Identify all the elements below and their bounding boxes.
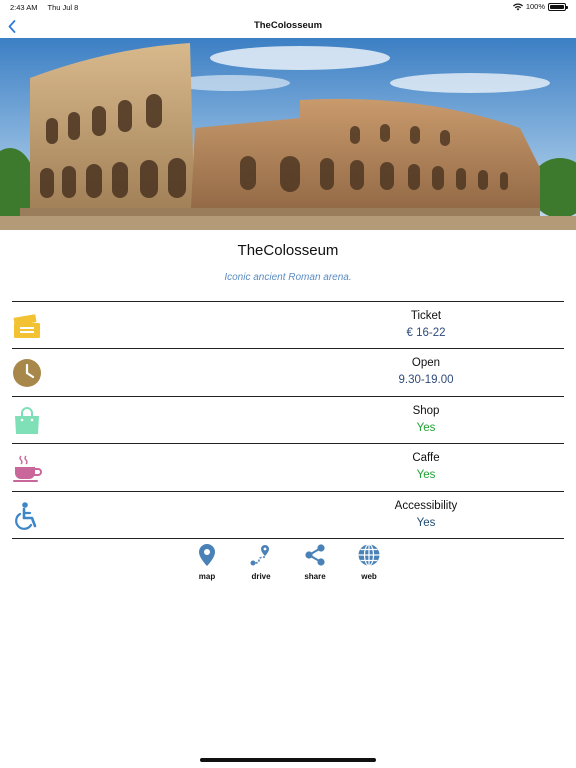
colosseum-photo: [0, 38, 576, 230]
navigation-bar: TheColosseum: [0, 14, 576, 38]
ticket-value: € 16-22: [406, 327, 446, 339]
info-row-accessibility: Accessibility Yes: [12, 492, 564, 539]
info-row-open: Open 9.30-19.00: [12, 349, 564, 397]
place-subtitle: Iconic ancient Roman arena.: [224, 272, 352, 283]
map-label: map: [198, 572, 216, 581]
info-row-ticket: Ticket € 16-22: [12, 302, 564, 350]
status-time: 2:43 AM: [10, 3, 38, 12]
wifi-icon: [512, 2, 523, 10]
globe-icon: [358, 543, 380, 567]
info-row-shop: Shop Yes: [12, 397, 564, 445]
web-label: web: [361, 572, 377, 581]
caffe-label: Caffe: [412, 452, 440, 465]
battery-percent: 100%: [525, 2, 545, 11]
map-pin-icon: [199, 544, 215, 566]
drive-label: drive: [251, 572, 271, 581]
place-title: TheColosseum: [237, 242, 339, 259]
drive-button[interactable]: drive: [241, 543, 281, 581]
hero-image: [0, 38, 576, 230]
open-label: Open: [411, 357, 441, 370]
route-icon: [250, 545, 269, 566]
info-row-caffe: Caffe Yes: [12, 444, 564, 492]
shop-label: Shop: [412, 404, 440, 417]
accessibility-value: Yes: [416, 516, 436, 529]
shop-value: Yes: [416, 421, 436, 434]
status-bar: 2:43 AM Thu Jul 8 100%: [0, 0, 576, 14]
screen: 2:43 AM Thu Jul 8 100% TheColosseum TheC…: [0, 0, 576, 768]
caffe-value: Yes: [416, 469, 436, 482]
share-label: share: [304, 572, 326, 581]
accessibility-label: Accessibility: [394, 499, 458, 512]
share-icon: [305, 544, 325, 566]
info-list: Ticket € 16-22 Open 9.30-19.00 Shop Yes …: [12, 301, 564, 539]
open-value: 9.30-19.00: [398, 374, 454, 387]
home-indicator[interactable]: [200, 758, 376, 762]
status-date: Thu Jul 8: [47, 3, 79, 12]
share-button[interactable]: share: [295, 543, 335, 581]
map-button[interactable]: map: [187, 543, 227, 581]
status-left: 2:43 AM Thu Jul 8: [10, 3, 86, 12]
battery-icon: [548, 2, 568, 11]
nav-title: TheColosseum: [253, 20, 323, 31]
web-button[interactable]: web: [349, 543, 389, 581]
status-right: 100%: [512, 2, 568, 11]
ticket-label: Ticket: [410, 310, 442, 322]
